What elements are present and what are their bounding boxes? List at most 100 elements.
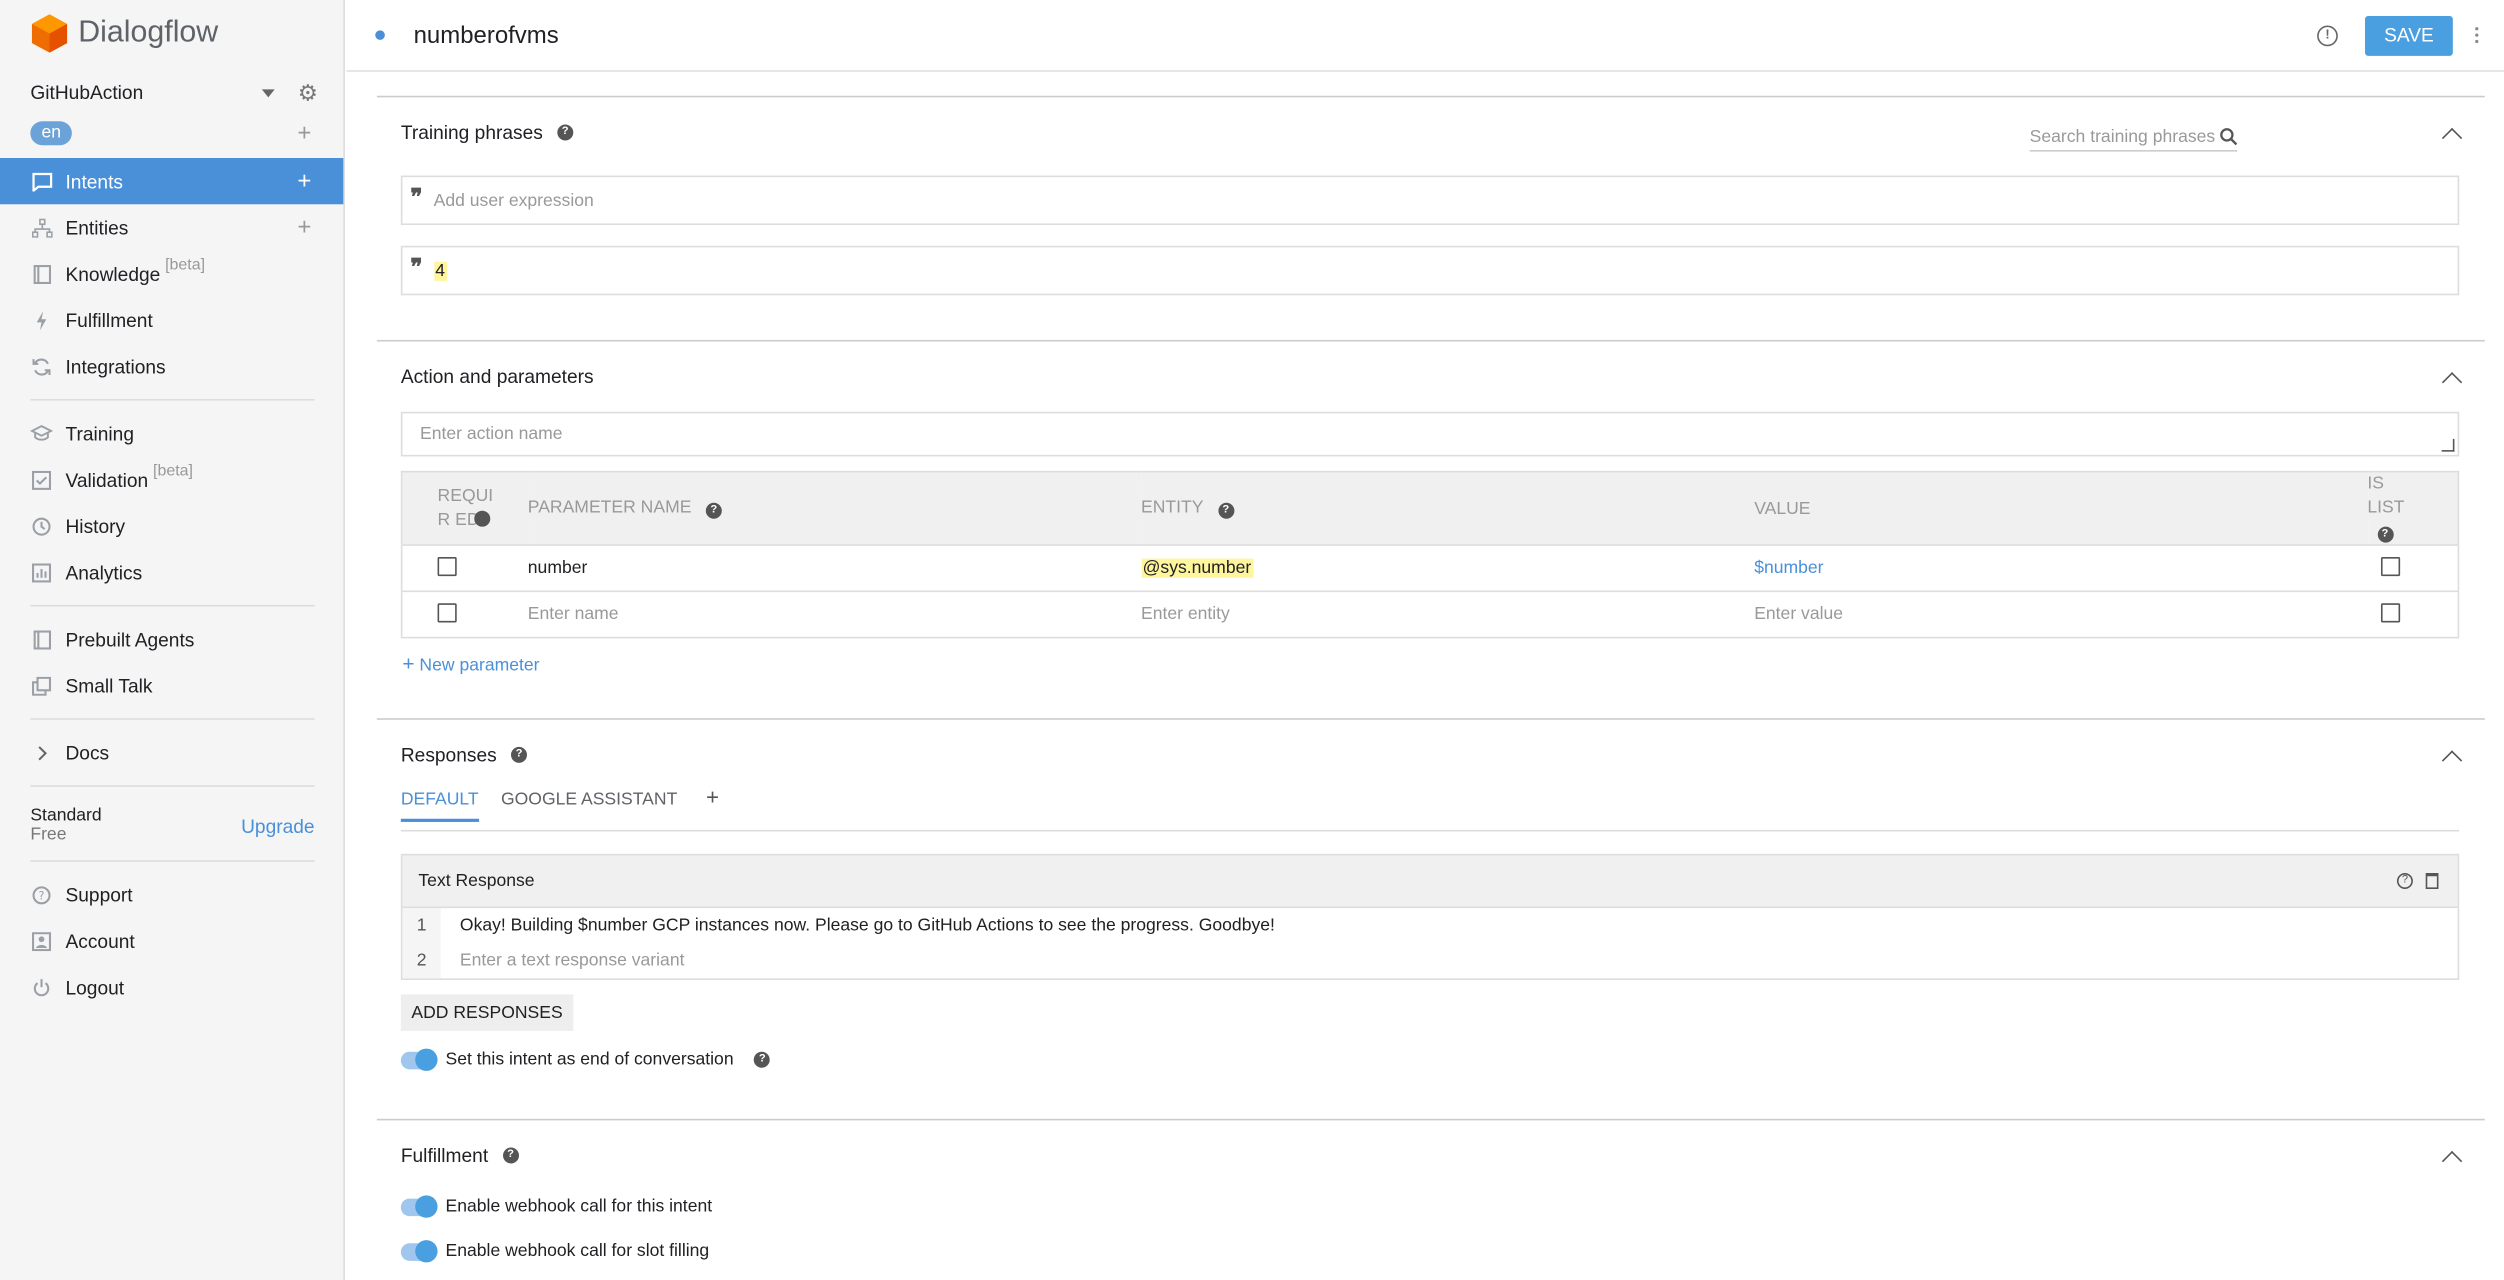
sidebar-item-history[interactable]: History xyxy=(0,503,343,549)
new-parameter-link[interactable]: + New parameter xyxy=(402,651,2484,675)
sidebar-item-knowledge[interactable]: Knowledge [beta] xyxy=(0,251,343,297)
response-text[interactable]: Okay! Building $number GCP instances now… xyxy=(441,916,1275,935)
sidebar-item-validation[interactable]: Validation [beta] xyxy=(0,456,343,502)
sidebar-item-label: Account xyxy=(65,929,135,953)
line-number: 2 xyxy=(402,943,441,979)
help-icon[interactable]: ? xyxy=(754,1051,771,1068)
tab-default[interactable]: DEFAULT xyxy=(400,790,479,822)
add-responses-button[interactable]: ADD RESPONSES xyxy=(400,994,574,1032)
intent-name[interactable]: numberofvms xyxy=(414,22,559,49)
is-list-checkbox[interactable] xyxy=(2380,602,2400,622)
required-checkbox[interactable] xyxy=(437,556,457,576)
section-header[interactable]: Action and parameters xyxy=(377,342,2485,412)
tab-google-assistant[interactable]: GOOGLE ASSISTANT xyxy=(501,790,677,819)
param-value-input[interactable]: Enter value xyxy=(1754,591,2368,639)
clock-icon xyxy=(30,515,52,537)
training-phrase[interactable]: ❞ 4 xyxy=(400,245,2460,296)
search-icon[interactable] xyxy=(2220,128,2238,146)
fulfillment-section: Fulfillment ? Enable webhook call for th… xyxy=(376,1118,2485,1279)
help-icon[interactable]: ? xyxy=(705,502,722,519)
table-row: Enter name Enter entity Enter value xyxy=(401,591,2459,639)
sidebar-item-label: Training xyxy=(65,422,135,445)
section-header[interactable]: Responses ? xyxy=(377,720,2485,790)
webhook-intent-label: Enable webhook call for this intent xyxy=(445,1197,713,1217)
sidebar-item-account[interactable]: Account xyxy=(0,918,343,964)
info-icon[interactable]: ! xyxy=(2317,24,2338,46)
section-header[interactable]: Fulfillment ? xyxy=(377,1120,2485,1190)
webhook-slot-row: Enable webhook call for slot filling xyxy=(400,1235,2485,1267)
param-entity[interactable]: @sys.number xyxy=(1140,545,1755,593)
svg-text:?: ? xyxy=(39,889,45,902)
help-icon[interactable]: ? xyxy=(2376,526,2393,543)
add-intent-icon[interactable]: + xyxy=(297,168,311,195)
account-icon xyxy=(30,930,52,952)
required-checkbox[interactable] xyxy=(437,602,457,622)
end-conversation-row: Set this intent as end of conversation ? xyxy=(400,1042,2485,1077)
add-entity-icon[interactable]: + xyxy=(297,214,311,241)
gear-icon[interactable]: ⚙ xyxy=(298,79,318,106)
end-conversation-toggle[interactable] xyxy=(400,1047,438,1071)
sidebar-item-docs[interactable]: Docs xyxy=(0,729,343,775)
help-icon[interactable]: ? xyxy=(511,746,528,763)
upgrade-link[interactable]: Upgrade xyxy=(241,816,315,845)
col-required-label: REQUIR ED xyxy=(437,485,494,530)
param-entity-input[interactable]: Enter entity xyxy=(1140,591,1755,639)
param-name-input[interactable]: Enter name xyxy=(527,591,1141,639)
sidebar-item-integrations[interactable]: Integrations xyxy=(0,343,343,389)
bolt-icon xyxy=(30,309,52,331)
language-badge[interactable]: en xyxy=(30,120,73,145)
resize-handle-icon[interactable] xyxy=(2441,438,2455,452)
sidebar-item-training[interactable]: Training xyxy=(0,410,343,456)
search-input[interactable]: Search training phrases xyxy=(2030,127,2220,146)
entity-tag: @sys.number xyxy=(1140,558,1253,578)
add-platform-icon[interactable]: + xyxy=(706,784,719,810)
webhook-intent-toggle[interactable] xyxy=(400,1194,438,1217)
add-language-icon[interactable]: + xyxy=(297,119,311,146)
webhook-slot-toggle[interactable] xyxy=(400,1239,438,1262)
training-search[interactable]: Search training phrases xyxy=(2029,123,2238,152)
col-is-list-label: IS LIST xyxy=(2367,474,2405,518)
line-number: 1 xyxy=(402,908,441,944)
agent-selector[interactable]: GitHubAction ⚙ xyxy=(0,70,343,115)
sidebar-item-logout[interactable]: Logout xyxy=(0,964,343,1010)
section-title: Responses xyxy=(400,743,497,767)
sidebar-item-fulfillment[interactable]: Fulfillment xyxy=(0,297,343,343)
is-list-checkbox[interactable] xyxy=(2380,556,2400,576)
graduation-icon xyxy=(30,422,53,444)
topbar: numberofvms ! SAVE xyxy=(346,0,2504,72)
quote-icon: ❞ xyxy=(410,253,423,280)
beta-badge: [beta] xyxy=(153,462,194,481)
training-phrases-section: Training phrases ? Search training phras… xyxy=(376,95,2485,340)
divider xyxy=(30,604,315,607)
sidebar-item-label: Intents xyxy=(65,169,124,193)
more-vert-icon[interactable] xyxy=(2474,26,2480,45)
section-title: Action and parameters xyxy=(400,365,594,388)
response-variant-input[interactable]: Enter a text response variant xyxy=(441,951,685,970)
add-expression-input[interactable]: ❞ Add user expression xyxy=(400,175,2460,226)
help-icon[interactable]: ? xyxy=(502,1147,519,1164)
power-icon xyxy=(30,976,52,998)
sidebar-item-label: Analytics xyxy=(65,560,143,584)
help-icon[interactable]: ? xyxy=(557,124,574,141)
divider xyxy=(30,399,315,401)
sidebar-item-support[interactable]: ? Support xyxy=(0,871,343,917)
sidebar-item-analytics[interactable]: Analytics xyxy=(0,549,343,595)
caret-down-icon[interactable] xyxy=(262,88,276,97)
help-icon[interactable]: ? xyxy=(1217,502,1234,519)
sidebar-item-prebuilt-agents[interactable]: Prebuilt Agents xyxy=(0,616,343,662)
action-name-input[interactable]: Enter action name xyxy=(400,411,2460,457)
divider xyxy=(30,860,315,862)
logo[interactable]: Dialogflow xyxy=(0,0,343,67)
delete-icon[interactable] xyxy=(2425,873,2439,889)
response-line[interactable]: 1 Okay! Building $number GCP instances n… xyxy=(402,908,2457,944)
param-name[interactable]: number xyxy=(527,545,1141,593)
text-response: Text Response ? 1 Okay! Building $number… xyxy=(400,853,2460,980)
help-outline-icon[interactable]: ? xyxy=(2396,873,2413,889)
response-line[interactable]: 2 Enter a text response variant xyxy=(402,943,2457,979)
sidebar-item-small-talk[interactable]: Small Talk xyxy=(0,662,343,708)
sidebar-item-intents[interactable]: Intents + xyxy=(0,158,344,205)
sidebar-item-entities[interactable]: Entities + xyxy=(0,204,343,250)
save-button[interactable]: SAVE xyxy=(2365,15,2453,56)
param-value[interactable]: $number xyxy=(1754,545,2368,593)
help-icon[interactable] xyxy=(474,509,491,526)
